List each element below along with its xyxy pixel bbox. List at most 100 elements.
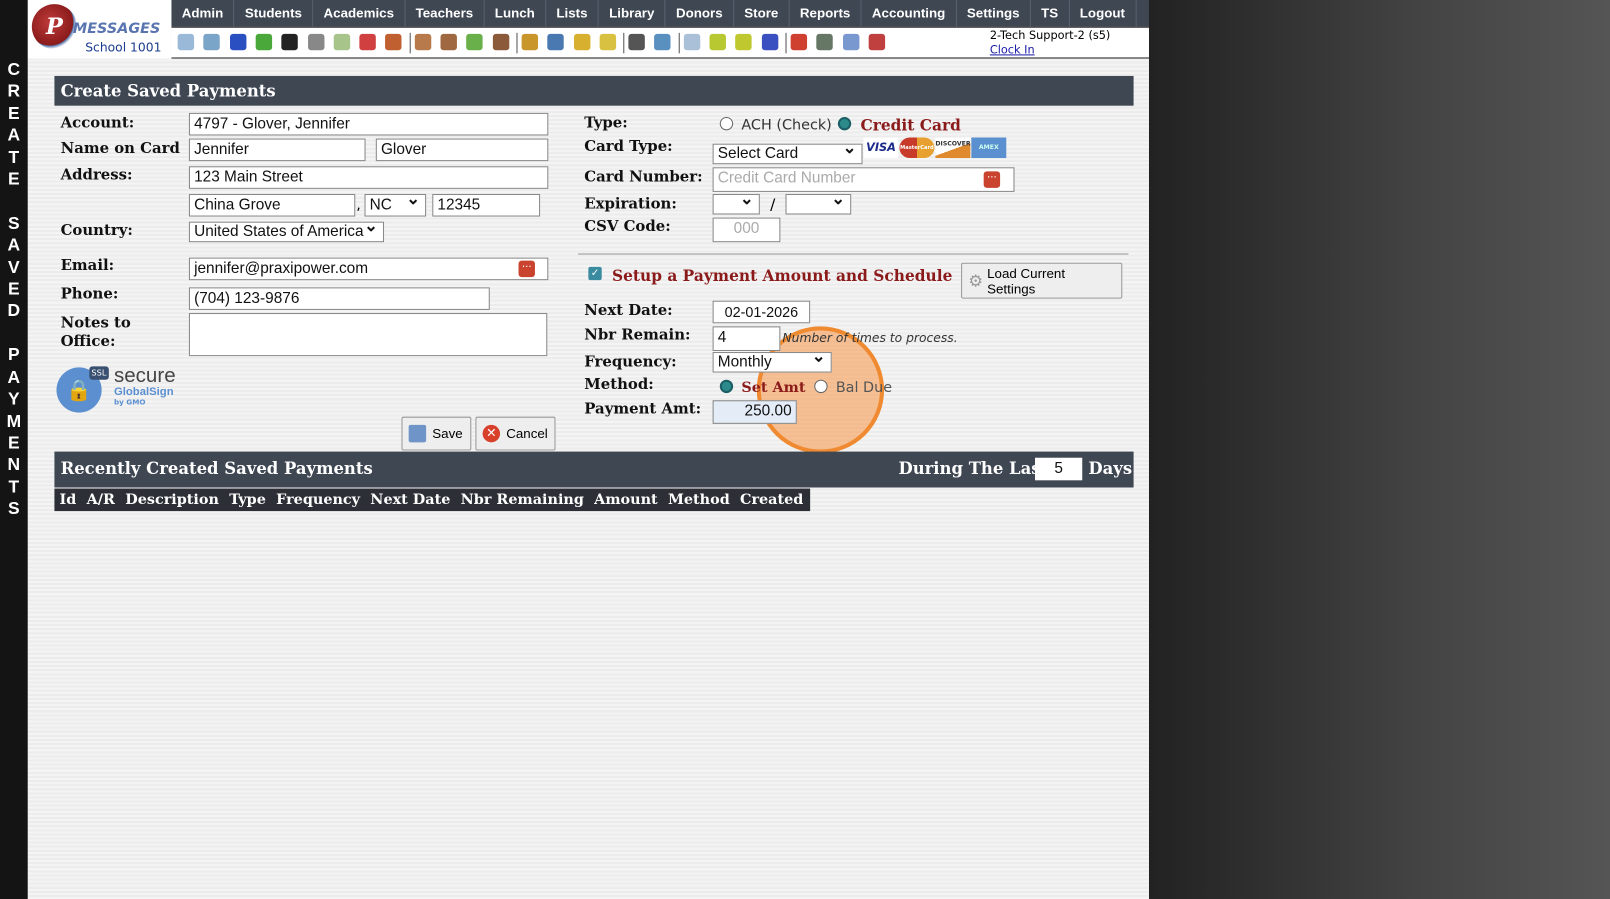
toolbar-separator: [623, 32, 625, 54]
next-date-field[interactable]: 02-01-2026: [712, 300, 811, 324]
method-bal-due-radio[interactable]: [814, 379, 828, 394]
clock-in-link[interactable]: Clock In: [990, 43, 1035, 56]
column-header[interactable]: Type: [224, 492, 271, 508]
schedule-checkbox[interactable]: ✓: [588, 266, 602, 281]
add-user-icon[interactable]: [414, 33, 431, 51]
frequency-select[interactable]: Monthly: [712, 352, 832, 373]
expiration-year-select[interactable]: [785, 193, 852, 215]
money-icon[interactable]: [466, 33, 483, 51]
nav-students[interactable]: Students: [235, 0, 314, 27]
vertical-title-letter: S: [8, 498, 20, 519]
column-header[interactable]: Method: [663, 492, 735, 508]
vertical-title-letter: R: [7, 81, 21, 101]
column-header[interactable]: Amount: [589, 492, 663, 508]
column-header[interactable]: Nbr Remaining: [456, 492, 590, 508]
nbr-remain-field[interactable]: 4: [712, 326, 781, 351]
alarm-clock-icon[interactable]: [654, 33, 671, 51]
card-type-select[interactable]: Select Card: [712, 143, 863, 165]
nav-lists[interactable]: Lists: [546, 0, 599, 27]
ap-icon[interactable]: [761, 33, 778, 51]
cash-register-icon[interactable]: [816, 33, 833, 51]
nav-teachers[interactable]: Teachers: [405, 0, 485, 27]
zip-field[interactable]: 12345: [432, 193, 541, 217]
user-icon[interactable]: [440, 33, 457, 51]
pdf-icon[interactable]: [790, 33, 807, 51]
method-set-amt-radio[interactable]: [719, 379, 734, 394]
password-manager-icon[interactable]: ···: [983, 171, 1001, 188]
toolbar-separator: [678, 32, 680, 54]
days-field[interactable]: 5: [1035, 457, 1083, 481]
city-field[interactable]: China Grove: [188, 193, 356, 217]
first-name-field[interactable]: Jennifer: [188, 138, 366, 162]
state-select[interactable]: NC: [364, 193, 427, 217]
password-manager-icon[interactable]: ···: [518, 260, 535, 278]
nav-academics[interactable]: Academics: [313, 0, 406, 27]
country-select[interactable]: United States of America: [188, 221, 385, 243]
column-header[interactable]: Created: [735, 492, 809, 508]
help-icon[interactable]: [842, 33, 859, 51]
vertical-title-letter: Y: [8, 389, 20, 409]
amex-logo: AMEX: [971, 137, 1007, 159]
chat-icon[interactable]: [255, 33, 272, 51]
nbr-remain-hint: Number of times to process.: [782, 330, 958, 345]
calendar-chart-icon[interactable]: [333, 33, 350, 51]
next-date-label: Next Date:: [584, 301, 673, 320]
notes-textarea[interactable]: [188, 313, 548, 357]
search-icon[interactable]: [177, 33, 195, 51]
nav-settings[interactable]: Settings: [957, 0, 1031, 27]
speaker-icon[interactable]: [307, 33, 324, 51]
type-credit-card-radio[interactable]: [837, 116, 852, 131]
payment-amt-field[interactable]: 250.00: [712, 400, 797, 424]
nav-admin[interactable]: Admin: [171, 0, 235, 27]
nav-accounting[interactable]: Accounting: [862, 0, 957, 27]
email-field[interactable]: jennifer@praxipower.com: [188, 257, 549, 281]
calendar-icon[interactable]: [359, 33, 376, 51]
save-button[interactable]: Save: [401, 416, 472, 451]
phone-field[interactable]: (704) 123-9876: [188, 287, 490, 310]
save-label: Save: [432, 425, 463, 442]
note-arrow-icon[interactable]: [599, 33, 616, 51]
printer-icon[interactable]: [735, 33, 752, 51]
street-field[interactable]: 123 Main Street: [188, 166, 549, 189]
cancel-icon: ✕: [482, 424, 501, 443]
power-icon[interactable]: [868, 33, 885, 51]
nav-store[interactable]: Store: [734, 0, 790, 27]
nav-logout[interactable]: Logout: [1069, 0, 1137, 27]
cancel-button[interactable]: ✕ Cancel: [475, 416, 556, 451]
card-number-field[interactable]: Credit Card Number: [712, 167, 1015, 192]
column-header[interactable]: Next Date: [365, 492, 455, 508]
expiration-separator: /: [770, 194, 776, 214]
last-name-field[interactable]: Glover: [375, 138, 549, 162]
expiration-month-select[interactable]: [712, 193, 760, 215]
nav-library[interactable]: Library: [599, 0, 666, 27]
list-icon[interactable]: [683, 33, 700, 51]
calendar-grid-icon[interactable]: [203, 33, 221, 51]
book-icon[interactable]: [547, 33, 564, 51]
nav-lunch[interactable]: Lunch: [485, 0, 547, 27]
card-number-label: Card Number:: [584, 168, 703, 186]
bell-icon[interactable]: [573, 33, 590, 51]
column-header[interactable]: Frequency: [271, 492, 365, 508]
type-ach-radio[interactable]: [719, 116, 734, 131]
csv-field[interactable]: 000: [712, 217, 781, 243]
nav-ts[interactable]: TS: [1031, 0, 1070, 27]
megaphone-icon[interactable]: [385, 33, 402, 51]
main-nav: Admin Students Academics Teachers Lunch Lists…: [171, 0, 1149, 27]
account-field[interactable]: 4797 - Glover, Jennifer: [188, 112, 549, 136]
person-icon[interactable]: [628, 33, 645, 51]
column-header[interactable]: A/R: [81, 492, 120, 508]
load-current-settings-button[interactable]: ⚙ Load Current Settings: [961, 262, 1123, 299]
users-icon[interactable]: [492, 33, 509, 51]
column-header[interactable]: Description: [120, 492, 224, 508]
vertical-title-letter: A: [7, 235, 21, 255]
column-header[interactable]: Id: [54, 492, 81, 508]
divider: [578, 253, 1129, 255]
at-icon[interactable]: [229, 33, 247, 51]
burger-icon[interactable]: [521, 33, 538, 51]
phone-icon[interactable]: [281, 33, 298, 51]
vertical-title-letter: C: [7, 59, 21, 80]
logo[interactable]: P MESSAGES School 1001: [27, 0, 173, 59]
nav-reports[interactable]: Reports: [790, 0, 862, 27]
card-icon[interactable]: [709, 33, 726, 51]
nav-donors[interactable]: Donors: [666, 0, 734, 27]
